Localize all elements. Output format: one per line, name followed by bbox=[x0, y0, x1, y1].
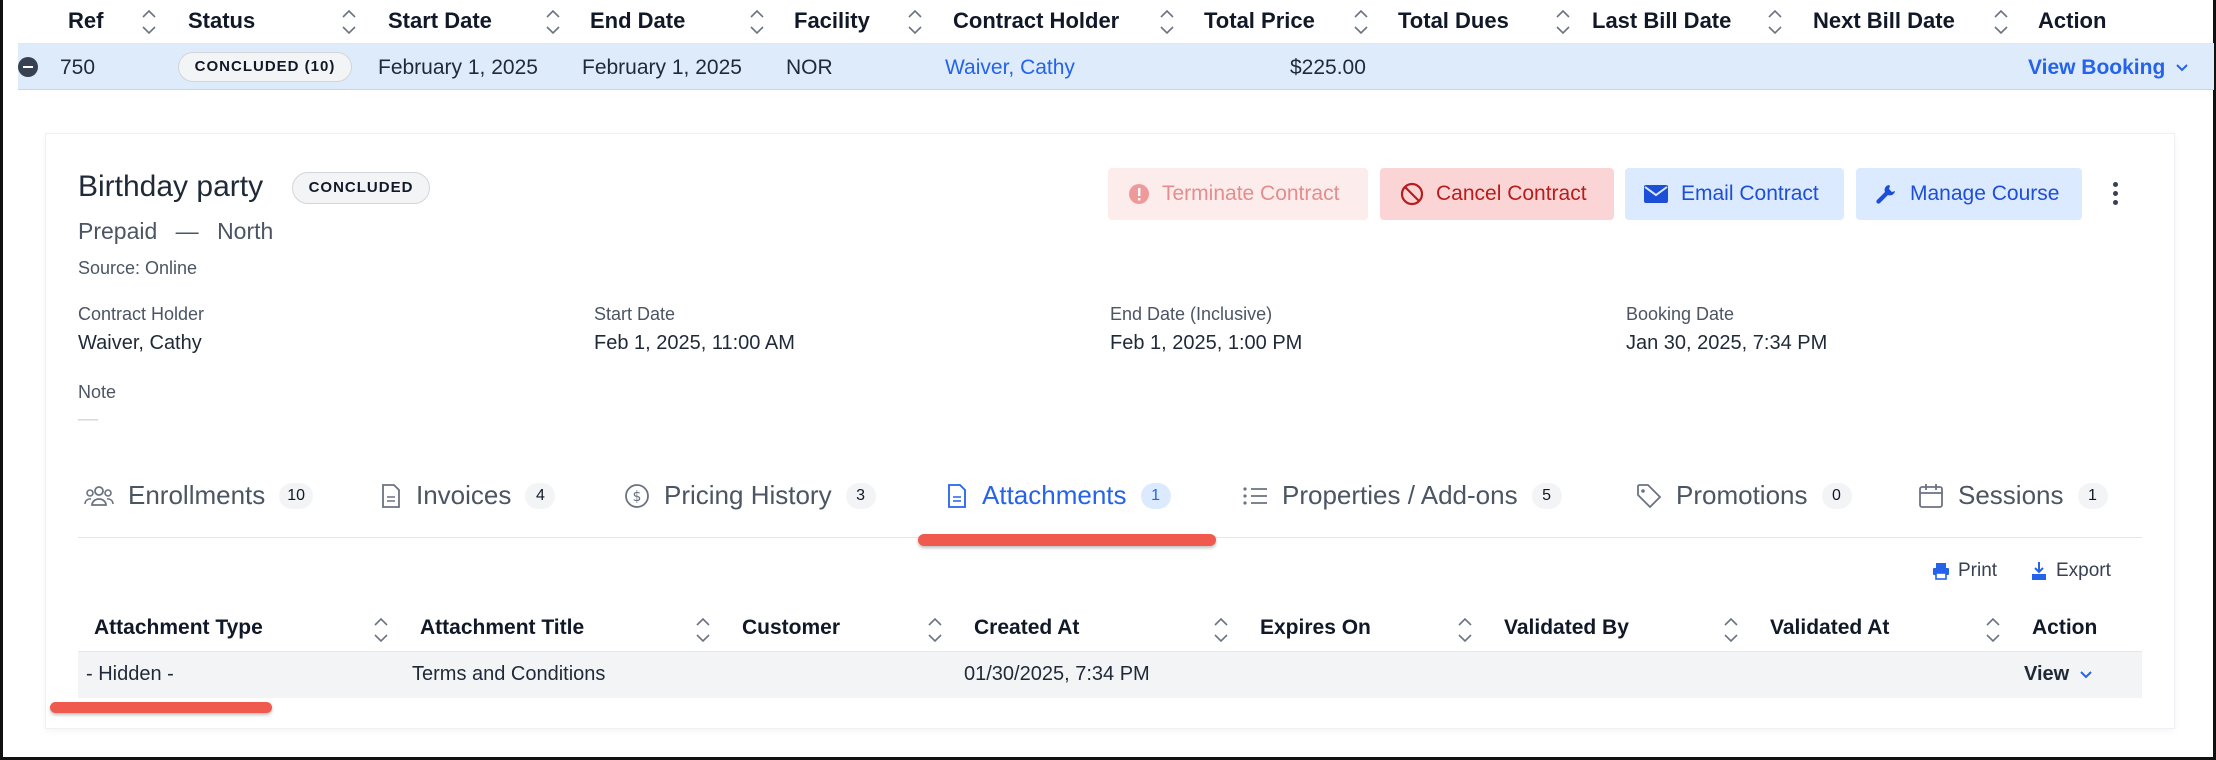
tab-enrollments[interactable]: Enrollments 10 bbox=[84, 480, 314, 511]
col-created-at[interactable]: Created At bbox=[974, 616, 1079, 640]
chevron-down-icon bbox=[2080, 671, 2092, 679]
sort-icon[interactable] bbox=[372, 615, 390, 645]
bookings-table-header: Ref Status Start Date End Date Facility … bbox=[18, 0, 2214, 44]
contract-holder-link[interactable]: Waiver, Cathy bbox=[945, 56, 1075, 80]
manage-course-button[interactable]: Manage Course bbox=[1856, 168, 2082, 220]
col-attachment-type[interactable]: Attachment Type bbox=[94, 616, 263, 640]
col-start-date[interactable]: Start Date bbox=[388, 8, 492, 34]
sort-icon[interactable] bbox=[1554, 7, 1572, 37]
tab-properties-add-ons[interactable]: Properties / Add-ons 5 bbox=[1242, 480, 1562, 511]
tab-promotions[interactable]: Promotions 0 bbox=[1636, 480, 1852, 511]
sort-icon[interactable] bbox=[694, 615, 712, 645]
booking-facility: NOR bbox=[786, 56, 833, 79]
col-ref[interactable]: Ref bbox=[68, 8, 103, 34]
start-date-value: Feb 1, 2025, 11:00 AM bbox=[594, 332, 795, 354]
col-customer[interactable]: Customer bbox=[742, 616, 840, 640]
sort-icon[interactable] bbox=[1992, 7, 2010, 37]
email-contract-button[interactable]: Email Contract bbox=[1625, 168, 1844, 220]
booking-total-price: $225.00 bbox=[1290, 56, 1366, 79]
ban-icon bbox=[1400, 182, 1424, 206]
envelope-icon bbox=[1644, 185, 1668, 203]
col-end-date[interactable]: End Date bbox=[590, 8, 685, 34]
table-row[interactable]: 750 CONCLUDED (10) February 1, 2025 Febr… bbox=[18, 44, 2214, 90]
status-badge: CONCLUDED (10) bbox=[178, 52, 352, 82]
col-total-dues[interactable]: Total Dues bbox=[1398, 8, 1509, 34]
contract-status-badge: CONCLUDED bbox=[292, 172, 430, 204]
contract-holder-value-link[interactable]: Waiver, Cathy bbox=[78, 332, 202, 355]
col-validated-at[interactable]: Validated At bbox=[1770, 616, 1889, 640]
file-icon bbox=[948, 483, 966, 508]
col-total-price[interactable]: Total Price bbox=[1204, 8, 1315, 34]
chevron-down-icon bbox=[2176, 64, 2189, 72]
col-action: Action bbox=[2032, 616, 2098, 639]
sort-icon[interactable] bbox=[1984, 615, 2002, 645]
sort-icon[interactable] bbox=[1212, 615, 1230, 645]
tab-pricing-history[interactable]: $ Pricing History 3 bbox=[624, 480, 876, 511]
download-icon bbox=[2032, 562, 2046, 580]
attachment-type-value: - Hidden - bbox=[86, 663, 174, 685]
sort-icon[interactable] bbox=[1766, 7, 1784, 37]
col-expires-on[interactable]: Expires On bbox=[1260, 616, 1371, 640]
contract-holder-label: Contract Holder bbox=[78, 304, 205, 324]
col-action: Action bbox=[2038, 8, 2107, 33]
terminate-contract-button[interactable]: Terminate Contract bbox=[1108, 168, 1368, 220]
tab-attachments[interactable]: Attachments 1 bbox=[946, 480, 1171, 511]
end-date-label: End Date (Inclusive) bbox=[1110, 304, 1273, 324]
view-booking-button[interactable]: View Booking bbox=[2028, 56, 2189, 80]
note-label: Note bbox=[78, 382, 117, 402]
list-icon bbox=[1243, 486, 1267, 505]
tab-invoices[interactable]: Invoices 4 bbox=[380, 480, 556, 511]
highlight-mark bbox=[918, 534, 1216, 546]
collapse-icon[interactable] bbox=[18, 57, 38, 77]
col-contract-holder[interactable]: Contract Holder bbox=[953, 8, 1119, 34]
cancel-contract-button[interactable]: Cancel Contract bbox=[1380, 168, 1614, 220]
export-button[interactable]: Export bbox=[2030, 560, 2111, 582]
booking-date-label: Booking Date bbox=[1626, 304, 1735, 324]
sort-icon[interactable] bbox=[340, 7, 358, 37]
note-value: — bbox=[78, 408, 98, 430]
sort-icon[interactable] bbox=[1456, 615, 1474, 645]
col-next-bill-date[interactable]: Next Bill Date bbox=[1813, 8, 1955, 34]
sort-icon[interactable] bbox=[544, 7, 562, 37]
sort-icon[interactable] bbox=[140, 7, 158, 37]
svg-text:$: $ bbox=[633, 489, 642, 505]
col-validated-by[interactable]: Validated By bbox=[1504, 616, 1629, 640]
contract-source: Source: Online bbox=[78, 258, 198, 278]
sort-icon[interactable] bbox=[1722, 615, 1740, 645]
contract-subtitle: Prepaid — North bbox=[78, 218, 274, 244]
sort-icon[interactable] bbox=[906, 7, 924, 37]
booking-date-value: Jan 30, 2025, 7:34 PM bbox=[1626, 332, 1828, 354]
booking-ref: 750 bbox=[60, 56, 96, 79]
highlight-mark bbox=[50, 702, 272, 713]
users-icon bbox=[84, 485, 114, 506]
document-icon bbox=[382, 483, 400, 508]
sort-icon[interactable] bbox=[748, 7, 766, 37]
dollar-icon: $ bbox=[625, 483, 649, 508]
attachment-created-at-value: 01/30/2025, 7:34 PM bbox=[964, 663, 1150, 685]
col-attachment-title[interactable]: Attachment Title bbox=[420, 616, 584, 640]
view-attachment-button[interactable]: View bbox=[2024, 663, 2093, 686]
printer-icon bbox=[1933, 563, 1949, 580]
end-date-value: Feb 1, 2025, 1:00 PM bbox=[1110, 332, 1303, 354]
calendar-icon bbox=[1919, 483, 1943, 508]
tag-icon bbox=[1637, 483, 1662, 508]
start-date-label: Start Date bbox=[594, 304, 676, 324]
col-facility[interactable]: Facility bbox=[794, 8, 870, 34]
sort-icon[interactable] bbox=[926, 615, 944, 645]
sort-icon[interactable] bbox=[1352, 7, 1370, 37]
sort-icon[interactable] bbox=[1158, 7, 1176, 37]
booking-start-date: February 1, 2025 bbox=[378, 56, 538, 79]
booking-end-date: February 1, 2025 bbox=[582, 56, 742, 79]
col-status[interactable]: Status bbox=[188, 8, 255, 34]
alert-icon bbox=[1129, 184, 1149, 204]
col-last-bill-date[interactable]: Last Bill Date bbox=[1592, 8, 1731, 34]
attachment-title-value: Terms and Conditions bbox=[412, 663, 606, 685]
more-options-icon[interactable] bbox=[2108, 178, 2124, 210]
attachments-table-header: Attachment Type Attachment Title Custome… bbox=[78, 608, 2142, 652]
tab-sessions[interactable]: Sessions 1 bbox=[1918, 480, 2108, 511]
page-title: Birthday party bbox=[78, 170, 264, 203]
wrench-icon bbox=[1876, 185, 1895, 204]
table-row[interactable]: - Hidden - Terms and Conditions 01/30/20… bbox=[78, 652, 2142, 698]
print-button[interactable]: Print bbox=[1932, 560, 1997, 582]
